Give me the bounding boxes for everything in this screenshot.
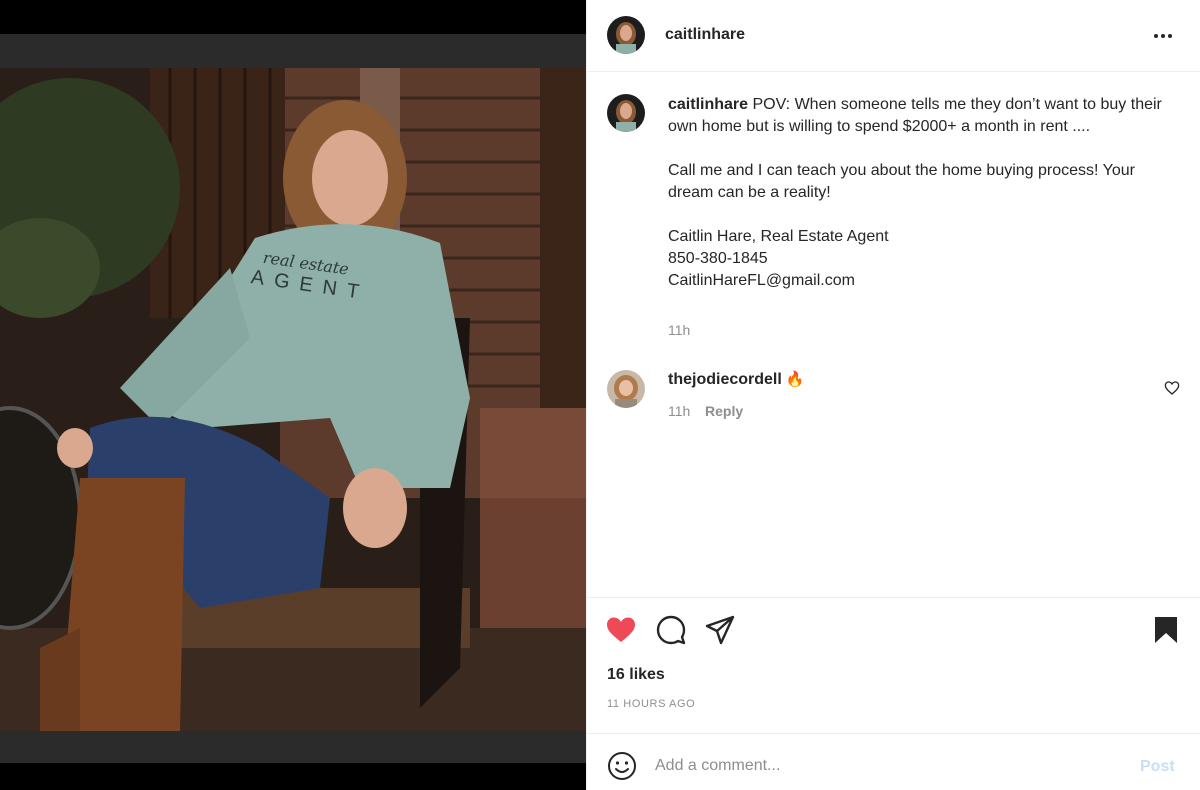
comment-bubble-icon[interactable]: [655, 614, 687, 646]
post-media[interactable]: real estate AGENT: [0, 0, 586, 790]
comment-timestamp[interactable]: 11h: [668, 403, 690, 419]
dot-icon: [1154, 34, 1158, 38]
post-comment-button[interactable]: Post: [1140, 758, 1175, 776]
comment-text: thejodiecordell 🔥: [668, 370, 804, 389]
caption-contact-name: Caitlin Hare, Real Estate Agent: [668, 228, 889, 245]
author-avatar[interactable]: [607, 16, 645, 54]
likes-count[interactable]: 16 likes: [607, 666, 665, 684]
caption-contact-phone: 850-380-1845: [668, 250, 768, 267]
fire-emoji: 🔥: [785, 371, 805, 388]
post-photo[interactable]: real estate AGENT: [0, 68, 586, 731]
dot-icon: [1168, 34, 1172, 38]
media-letterbox-bottom: [0, 731, 586, 763]
dot-icon: [1161, 34, 1165, 38]
comment-input[interactable]: [655, 752, 1125, 780]
comment-reply-button[interactable]: Reply: [705, 403, 743, 419]
caption-author-username[interactable]: caitlinhare: [668, 96, 748, 113]
caption-timestamp[interactable]: 11h: [668, 322, 690, 338]
post-details-panel: caitlinhare caitlinhare POV: When someon…: [586, 0, 1200, 790]
post-header: caitlinhare: [587, 0, 1200, 72]
like-heart-icon[interactable]: [605, 614, 637, 646]
caption-body-line2: Call me and I can teach you about the ho…: [668, 162, 1135, 201]
post-actions: 16 likes 11 HOURS AGO: [587, 597, 1200, 737]
media-letterbox-top: [0, 34, 586, 68]
commenter-username[interactable]: thejodiecordell: [668, 371, 782, 388]
author-username[interactable]: caitlinhare: [665, 26, 745, 44]
comment-like-heart-icon[interactable]: [1164, 380, 1180, 396]
caption-contact-email: CaitlinHareFL@gmail.com: [668, 272, 855, 289]
save-bookmark-icon[interactable]: [1150, 614, 1182, 646]
comment-item: thejodiecordell 🔥 11h Reply: [587, 366, 1200, 426]
more-options-icon[interactable]: [1148, 24, 1178, 48]
caption-text: caitlinhare POV: When someone tells me t…: [668, 94, 1168, 292]
commenter-avatar[interactable]: [607, 370, 645, 408]
caption-author-avatar[interactable]: [607, 94, 645, 132]
share-paper-plane-icon[interactable]: [704, 614, 736, 646]
comment-composer: Post: [587, 733, 1200, 790]
post-time-ago: 11 HOURS AGO: [607, 698, 696, 710]
smiley-emoji-icon[interactable]: [607, 751, 637, 781]
